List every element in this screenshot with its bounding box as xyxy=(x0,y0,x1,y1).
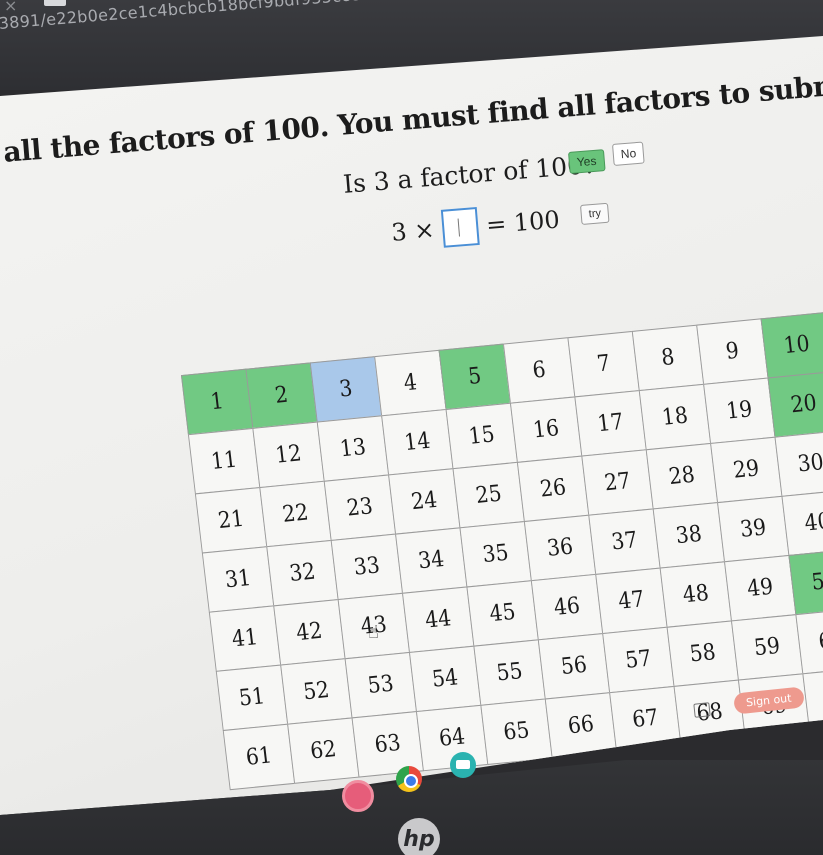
grid-cell[interactable]: 31 xyxy=(201,546,275,613)
grid-cell[interactable]: 48 xyxy=(659,561,732,628)
grid-cell[interactable]: 57 xyxy=(602,626,675,694)
app-icon-pink[interactable] xyxy=(342,780,374,812)
grid-cell[interactable]: 14 xyxy=(381,408,454,476)
grid-cell[interactable]: 66 xyxy=(544,692,618,759)
grid-cell[interactable]: 70 xyxy=(802,666,823,734)
grid-cell[interactable]: 2 xyxy=(245,362,318,429)
grid-cell[interactable]: 53 xyxy=(344,651,417,719)
grid-cell[interactable]: 27 xyxy=(581,449,654,516)
chrome-icon[interactable] xyxy=(396,766,422,792)
grid-cell[interactable]: 4 xyxy=(374,349,447,417)
grid-cell[interactable]: 11 xyxy=(187,427,261,495)
grid-cell[interactable]: 16 xyxy=(509,396,583,463)
grid-cell[interactable]: 35 xyxy=(459,520,532,588)
grid-cell[interactable]: 8 xyxy=(631,324,705,392)
grid-cell[interactable]: 67 xyxy=(609,685,682,753)
grid-cell[interactable]: 1 xyxy=(180,368,254,436)
grid-cell[interactable]: 30 xyxy=(774,430,823,497)
grid-cell[interactable]: 51 xyxy=(215,664,289,732)
tab-icon xyxy=(44,0,66,6)
grid-cell[interactable]: 37 xyxy=(588,508,661,575)
grid-cell[interactable]: 12 xyxy=(252,421,325,489)
grid-cell[interactable]: 44 xyxy=(402,586,475,653)
grid-cell[interactable]: 34 xyxy=(395,527,468,594)
grid-cell[interactable]: 7 xyxy=(567,330,640,398)
grid-cell[interactable]: 10 xyxy=(760,311,823,379)
grid-cell[interactable]: 65 xyxy=(480,698,553,766)
grid-cell[interactable]: 13 xyxy=(316,415,390,482)
app-icon-teal[interactable] xyxy=(450,752,476,778)
grid-cell[interactable]: 15 xyxy=(445,402,518,470)
hp-logo: hp xyxy=(398,818,440,855)
grid-cell[interactable]: 18 xyxy=(638,383,712,451)
grid-cell[interactable]: 46 xyxy=(530,573,604,641)
grid-cell[interactable]: 22 xyxy=(259,480,332,548)
grid-cell[interactable]: 20 xyxy=(767,371,823,438)
grid-cell[interactable]: 61 xyxy=(222,723,296,791)
grid-cell[interactable]: 17 xyxy=(574,390,647,457)
grid-cell[interactable]: 40 xyxy=(781,489,823,557)
grid-cell[interactable]: 38 xyxy=(652,502,726,569)
grid-cell[interactable]: 56 xyxy=(537,632,611,700)
grid-cell[interactable]: 47 xyxy=(595,567,668,635)
grid-cell[interactable]: 59 xyxy=(730,614,804,681)
hand-cursor-icon: ☝ xyxy=(368,622,379,643)
grid-cell[interactable]: 23 xyxy=(323,474,397,541)
grid-cell[interactable]: 58 xyxy=(666,620,739,687)
grid-cell[interactable]: 54 xyxy=(408,645,482,713)
grid-cell[interactable]: 50 xyxy=(788,548,823,616)
hundreds-grid-area: 1 2 3 4 5 6 7 8 9 10 11 12 13 14 15 16 17 18 19 20 21 22 23 24 2… xyxy=(0,36,823,815)
grid-cell[interactable]: 3 xyxy=(309,356,383,423)
grid-cell[interactable]: 6 xyxy=(502,337,576,404)
grid-cell[interactable]: 25 xyxy=(452,461,525,529)
grid-cell[interactable]: 32 xyxy=(266,539,339,607)
app-screen: all the factors of 100. You must find al… xyxy=(0,36,823,815)
grid-cell[interactable]: 45 xyxy=(466,580,539,647)
grid-cell[interactable]: 29 xyxy=(710,436,783,504)
grid-cell[interactable]: 19 xyxy=(703,377,776,445)
grid-cell[interactable]: 36 xyxy=(523,514,597,582)
grid-cell[interactable]: 26 xyxy=(516,455,590,523)
hundreds-grid: 1 2 3 4 5 6 7 8 9 10 11 12 13 14 15 16 17 18 19 20 21 22 23 24 2… xyxy=(180,311,823,791)
window-icon[interactable] xyxy=(693,702,711,718)
grid-cell[interactable]: 62 xyxy=(287,717,360,784)
grid-cell[interactable]: 24 xyxy=(388,468,461,535)
photo: × 3891/e22b0e2ce1c4bcbcb18bcf9bdf935cce … xyxy=(0,0,823,855)
grid-cell[interactable]: 55 xyxy=(473,639,546,706)
grid-cell[interactable]: 28 xyxy=(645,442,719,510)
grid-cell[interactable]: 41 xyxy=(208,605,282,672)
grid-cell[interactable]: 42 xyxy=(273,599,346,666)
grid-cell[interactable]: 39 xyxy=(717,495,790,563)
grid-cell[interactable]: 5 xyxy=(438,343,511,411)
grid-cell[interactable]: 21 xyxy=(194,487,268,554)
grid-cell[interactable]: 9 xyxy=(696,318,769,385)
grid-cell[interactable]: 33 xyxy=(330,533,404,601)
grid-cell[interactable]: 49 xyxy=(724,554,797,622)
grid-cell[interactable]: 52 xyxy=(280,658,353,725)
